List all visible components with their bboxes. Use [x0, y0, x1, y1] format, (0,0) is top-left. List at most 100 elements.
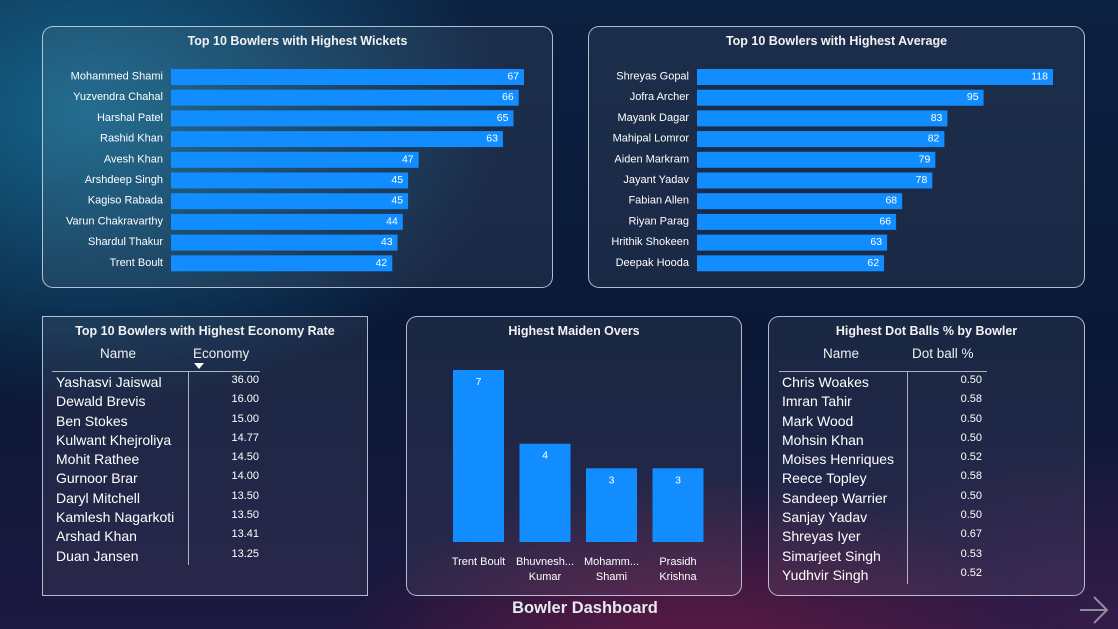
table-row[interactable]: Imran Tahir 0.58 [782, 393, 982, 412]
value-cell: 0.58 [960, 470, 982, 483]
category-label: Arshdeep Singh [85, 174, 163, 186]
dotballs-name-header[interactable]: Name [823, 346, 859, 361]
economy-name-header[interactable]: Name [100, 346, 136, 361]
table-row[interactable]: Yudhvir Singh 0.52 [782, 567, 982, 586]
table-row[interactable]: Kulwant Khejroliya 14.77 [56, 432, 259, 451]
bar[interactable] [171, 151, 419, 168]
bar[interactable] [171, 69, 524, 85]
category-label: Aiden Markram [614, 153, 689, 165]
value-cell: 36.00 [231, 374, 259, 386]
category-label: Mohamm... [584, 556, 639, 568]
table-row[interactable]: Shreyas Iyer 0.67 [782, 528, 982, 547]
table-row[interactable]: Reece Topley 0.58 [782, 470, 982, 489]
bar[interactable] [171, 89, 519, 106]
bar[interactable] [697, 234, 888, 251]
bar[interactable] [697, 151, 936, 168]
table-row[interactable]: Mark Wood 0.50 [782, 413, 982, 432]
dotballs-table-title: Highest Dot Balls % by Bowler [835, 324, 1018, 338]
bowler-name-cell: Mohsin Khan [782, 431, 864, 448]
bowler-name-cell: Moises Henriques [782, 451, 895, 468]
value-cell: 15.00 [231, 412, 259, 425]
value-cell: 0.50 [960, 509, 982, 522]
data-label: 3 [675, 474, 681, 486]
bowler-name-cell: Kamlesh Nagarkoti [56, 509, 175, 526]
bowler-name-cell: Mark Wood [782, 412, 854, 429]
bar[interactable] [171, 172, 409, 189]
data-label: 67 [507, 71, 519, 83]
category-label: Kagiso Rabada [88, 195, 164, 207]
bowler-name-cell: Imran Tahir [782, 393, 852, 410]
category-label: Bhuvnesh... [516, 556, 574, 568]
table-row[interactable]: Dewald Brevis 16.00 [56, 393, 259, 412]
category-label: Deepak Hooda [616, 257, 690, 269]
data-label: 62 [867, 257, 879, 269]
category-label: Shardul Thakur [88, 236, 163, 248]
bar[interactable] [697, 172, 933, 189]
economy-value-header[interactable]: Economy [193, 346, 249, 361]
table-row[interactable]: Chris Woakes 0.50 [782, 374, 982, 393]
bar[interactable] [697, 110, 948, 127]
arrow-right-icon[interactable] [1077, 594, 1111, 626]
bar[interactable] [171, 234, 398, 251]
wickets-chart-panel[interactable]: Top 10 Bowlers with Highest Wickets Moha… [42, 26, 553, 288]
bowler-name-cell: Dewald Brevis [56, 393, 146, 410]
bowler-name-cell: Sandeep Warrier [782, 489, 888, 506]
bar[interactable] [697, 131, 945, 148]
bowler-name-cell: Chris Woakes [782, 374, 869, 390]
bar[interactable] [171, 110, 514, 127]
table-row[interactable]: Ben Stokes 15.00 [56, 413, 259, 432]
bar[interactable] [697, 193, 903, 210]
value-cell: 14.50 [231, 451, 259, 464]
bar[interactable] [171, 193, 409, 210]
category-label: Varun Chakravarthy [66, 215, 164, 227]
bowler-name-cell: Gurnoor Brar [56, 470, 138, 487]
bowler-name-cell: Simarjeet Singh [782, 547, 881, 564]
data-label: 63 [486, 133, 498, 145]
data-label: 68 [885, 195, 897, 207]
table-row[interactable]: Mohsin Khan 0.50 [782, 432, 982, 451]
data-label: 43 [381, 236, 393, 248]
dotballs-table-panel[interactable]: Highest Dot Balls % by Bowler Name Dot b… [768, 316, 1085, 596]
bar[interactable] [697, 89, 984, 106]
data-label: 95 [967, 91, 979, 103]
value-cell: 13.25 [231, 547, 259, 560]
data-label: 45 [391, 195, 403, 207]
table-row[interactable]: Moises Henriques 0.52 [782, 451, 982, 470]
table-row[interactable]: Sandeep Warrier 0.50 [782, 490, 982, 509]
average-chart-panel[interactable]: Top 10 Bowlers with Highest Average Shre… [588, 26, 1085, 288]
table-row[interactable]: Simarjeet Singh 0.53 [782, 548, 982, 567]
bar[interactable] [697, 69, 1053, 85]
table-row[interactable]: Sanjay Yadav 0.50 [782, 509, 982, 528]
bowler-name-cell: Daryl Mitchell [56, 489, 141, 506]
bar[interactable] [697, 213, 897, 230]
dotballs-value-header[interactable]: Dot ball % [912, 346, 974, 361]
value-cell: 0.50 [960, 412, 982, 425]
bowler-name-cell: Reece Topley [782, 470, 867, 487]
category-label: Hrithik Shokeen [611, 236, 689, 248]
table-row[interactable]: Duan Jansen 13.25 [56, 548, 259, 567]
category-label: Harshal Patel [97, 112, 163, 124]
data-label: 66 [879, 215, 891, 227]
category-label: Riyan Parag [628, 215, 689, 227]
bar[interactable] [171, 213, 403, 230]
data-label: 65 [497, 112, 509, 124]
category-label: Prasidh [659, 556, 696, 568]
bar[interactable] [171, 131, 503, 148]
bar[interactable] [697, 255, 885, 272]
sort-descending-icon[interactable] [194, 363, 204, 369]
bar[interactable] [453, 370, 504, 542]
bowler-name-cell: Duan Jansen [56, 547, 139, 564]
data-label: 79 [919, 153, 931, 165]
table-row[interactable]: Kamlesh Nagarkoti 13.50 [56, 509, 259, 528]
economy-table-panel[interactable]: Top 10 Bowlers with Highest Economy Rate… [42, 316, 368, 596]
table-row[interactable]: Arshad Khan 13.41 [56, 528, 259, 547]
table-row[interactable]: Daryl Mitchell 13.50 [56, 490, 259, 509]
bowler-name-cell: Arshad Khan [56, 528, 137, 545]
bar[interactable] [171, 255, 393, 272]
data-label: 47 [402, 153, 414, 165]
table-row[interactable]: Gurnoor Brar 14.00 [56, 470, 259, 489]
table-row[interactable]: Mohit Rathee 14.50 [56, 451, 259, 470]
data-label: 63 [870, 236, 882, 248]
table-row[interactable]: Yashasvi Jaiswal 36.00 [56, 374, 259, 393]
maidens-chart-panel[interactable]: Highest Maiden Overs 7 Trent Boult 4 Bhuvne… [406, 316, 742, 596]
